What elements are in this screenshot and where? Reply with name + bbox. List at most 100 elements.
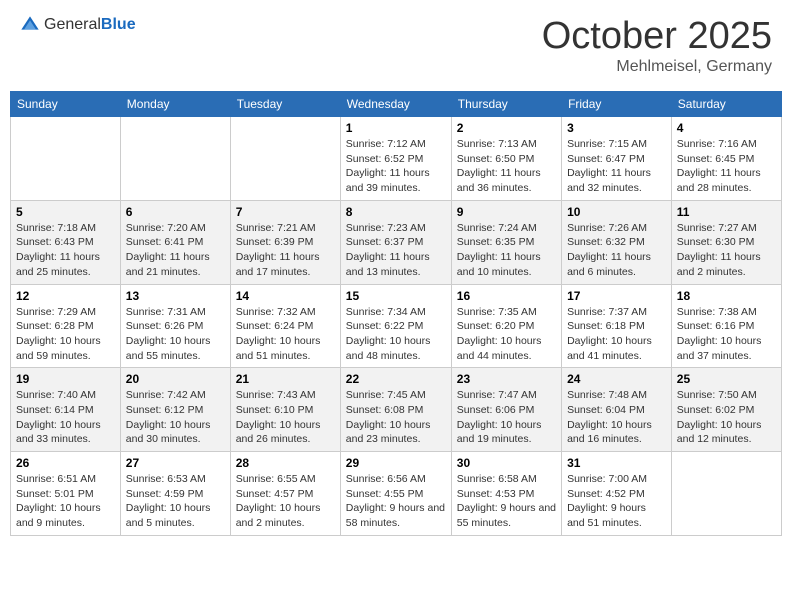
day-number: 21: [236, 372, 335, 386]
day-info: Sunrise: 7:24 AM Sunset: 6:35 PM Dayligh…: [457, 221, 556, 280]
day-header-monday: Monday: [120, 92, 230, 117]
calendar-cell: 8Sunrise: 7:23 AM Sunset: 6:37 PM Daylig…: [340, 200, 451, 284]
day-number: 30: [457, 456, 556, 470]
day-number: 28: [236, 456, 335, 470]
day-number: 9: [457, 205, 556, 219]
day-header-tuesday: Tuesday: [230, 92, 340, 117]
calendar-header-row: SundayMondayTuesdayWednesdayThursdayFrid…: [11, 92, 782, 117]
day-info: Sunrise: 7:26 AM Sunset: 6:32 PM Dayligh…: [567, 221, 666, 280]
page-header: GeneralBlue October 2025 Mehlmeisel, Ger…: [10, 10, 782, 81]
calendar-cell: [671, 452, 781, 536]
calendar-cell: [120, 117, 230, 201]
logo-text-blue: Blue: [101, 16, 136, 33]
day-number: 23: [457, 372, 556, 386]
day-number: 7: [236, 205, 335, 219]
day-info: Sunrise: 7:34 AM Sunset: 6:22 PM Dayligh…: [346, 305, 446, 364]
calendar-cell: 25Sunrise: 7:50 AM Sunset: 6:02 PM Dayli…: [671, 368, 781, 452]
day-info: Sunrise: 7:48 AM Sunset: 6:04 PM Dayligh…: [567, 388, 666, 447]
day-info: Sunrise: 7:15 AM Sunset: 6:47 PM Dayligh…: [567, 137, 666, 196]
day-info: Sunrise: 6:55 AM Sunset: 4:57 PM Dayligh…: [236, 472, 335, 531]
calendar-cell: 22Sunrise: 7:45 AM Sunset: 6:08 PM Dayli…: [340, 368, 451, 452]
day-info: Sunrise: 7:21 AM Sunset: 6:39 PM Dayligh…: [236, 221, 335, 280]
calendar-cell: [230, 117, 340, 201]
calendar-cell: 11 Sunrise: 7:27 AM Sunset: 6:30 PM Dayli…: [671, 200, 781, 284]
calendar-cell: 24 Sunrise: 7:48 AM Sunset: 6:04 PM Dayli…: [562, 368, 672, 452]
calendar-cell: 30 Sunrise: 6:58 AM Sunset: 4:53 PM Dayli…: [451, 452, 561, 536]
day-header-thursday: Thursday: [451, 92, 561, 117]
calendar-cell: 18 Sunrise: 7:38 AM Sunset: 6:16 PM Dayli…: [671, 284, 781, 368]
calendar-cell: 27 Sunrise: 6:53 AM Sunset: 4:59 PM Dayli…: [120, 452, 230, 536]
day-info: Sunrise: 6:58 AM Sunset: 4:53 PM Dayligh…: [457, 472, 556, 531]
calendar-cell: 4 Sunrise: 7:16 AM Sunset: 6:45 PM Daylig…: [671, 117, 781, 201]
calendar-subtitle: Mehlmeisel, Germany: [542, 58, 772, 76]
day-info: Sunrise: 7:35 AM Sunset: 6:20 PM Dayligh…: [457, 305, 556, 364]
day-number: 14: [236, 289, 335, 303]
day-number: 12: [16, 289, 115, 303]
day-header-sunday: Sunday: [11, 92, 121, 117]
week-row-4: 19Sunrise: 7:40 AM Sunset: 6:14 PM Dayli…: [11, 368, 782, 452]
calendar-cell: 26 Sunrise: 6:51 AM Sunset: 5:01 PM Dayli…: [11, 452, 121, 536]
day-info: Sunrise: 7:00 AM Sunset: 4:52 PM Dayligh…: [567, 472, 666, 531]
day-number: 18: [677, 289, 776, 303]
day-number: 4: [677, 121, 776, 135]
day-info: Sunrise: 7:18 AM Sunset: 6:43 PM Dayligh…: [16, 221, 115, 280]
calendar-cell: 21 Sunrise: 7:43 AM Sunset: 6:10 PM Dayli…: [230, 368, 340, 452]
calendar-cell: 23 Sunrise: 7:47 AM Sunset: 6:06 PM Dayli…: [451, 368, 561, 452]
day-number: 10: [567, 205, 666, 219]
day-info: Sunrise: 6:53 AM Sunset: 4:59 PM Dayligh…: [126, 472, 225, 531]
day-number: 25: [677, 372, 776, 386]
day-number: 2: [457, 121, 556, 135]
calendar-table: SundayMondayTuesdayWednesdayThursdayFrid…: [10, 91, 782, 536]
day-info: Sunrise: 7:38 AM Sunset: 6:16 PM Dayligh…: [677, 305, 776, 364]
day-number: 11: [677, 205, 776, 219]
day-info: Sunrise: 6:51 AM Sunset: 5:01 PM Dayligh…: [16, 472, 115, 531]
calendar-cell: 2 Sunrise: 7:13 AM Sunset: 6:50 PM Daylig…: [451, 117, 561, 201]
week-row-5: 26 Sunrise: 6:51 AM Sunset: 5:01 PM Dayli…: [11, 452, 782, 536]
calendar-cell: 31 Sunrise: 7:00 AM Sunset: 4:52 PM Dayli…: [562, 452, 672, 536]
calendar-cell: 10 Sunrise: 7:26 AM Sunset: 6:32 PM Dayli…: [562, 200, 672, 284]
day-info: Sunrise: 7:16 AM Sunset: 6:45 PM Dayligh…: [677, 137, 776, 196]
day-info: Sunrise: 7:37 AM Sunset: 6:18 PM Dayligh…: [567, 305, 666, 364]
calendar-cell: 16Sunrise: 7:35 AM Sunset: 6:20 PM Dayli…: [451, 284, 561, 368]
day-number: 20: [126, 372, 225, 386]
day-header-wednesday: Wednesday: [340, 92, 451, 117]
calendar-cell: 17 Sunrise: 7:37 AM Sunset: 6:18 PM Dayli…: [562, 284, 672, 368]
logo-text-general: General: [44, 16, 101, 33]
day-info: Sunrise: 7:45 AM Sunset: 6:08 PM Dayligh…: [346, 388, 446, 447]
calendar-cell: 3Sunrise: 7:15 AM Sunset: 6:47 PM Daylig…: [562, 117, 672, 201]
calendar-cell: 20 Sunrise: 7:42 AM Sunset: 6:12 PM Dayli…: [120, 368, 230, 452]
calendar-cell: 15Sunrise: 7:34 AM Sunset: 6:22 PM Dayli…: [340, 284, 451, 368]
day-header-saturday: Saturday: [671, 92, 781, 117]
calendar-cell: [11, 117, 121, 201]
day-info: Sunrise: 7:20 AM Sunset: 6:41 PM Dayligh…: [126, 221, 225, 280]
day-info: Sunrise: 7:32 AM Sunset: 6:24 PM Dayligh…: [236, 305, 335, 364]
day-number: 17: [567, 289, 666, 303]
day-header-friday: Friday: [562, 92, 672, 117]
day-number: 27: [126, 456, 225, 470]
week-row-1: 1Sunrise: 7:12 AM Sunset: 6:52 PM Daylig…: [11, 117, 782, 201]
day-number: 31: [567, 456, 666, 470]
calendar-cell: 1Sunrise: 7:12 AM Sunset: 6:52 PM Daylig…: [340, 117, 451, 201]
day-number: 24: [567, 372, 666, 386]
day-info: Sunrise: 7:13 AM Sunset: 6:50 PM Dayligh…: [457, 137, 556, 196]
day-number: 5: [16, 205, 115, 219]
day-info: Sunrise: 7:27 AM Sunset: 6:30 PM Dayligh…: [677, 221, 776, 280]
day-number: 26: [16, 456, 115, 470]
day-info: Sunrise: 7:43 AM Sunset: 6:10 PM Dayligh…: [236, 388, 335, 447]
calendar-title: October 2025: [542, 15, 772, 58]
day-number: 19: [16, 372, 115, 386]
calendar-cell: 28 Sunrise: 6:55 AM Sunset: 4:57 PM Dayli…: [230, 452, 340, 536]
week-row-3: 12Sunrise: 7:29 AM Sunset: 6:28 PM Dayli…: [11, 284, 782, 368]
day-number: 1: [346, 121, 446, 135]
calendar-cell: 6Sunrise: 7:20 AM Sunset: 6:41 PM Daylig…: [120, 200, 230, 284]
day-number: 13: [126, 289, 225, 303]
day-info: Sunrise: 7:42 AM Sunset: 6:12 PM Dayligh…: [126, 388, 225, 447]
logo: GeneralBlue: [20, 15, 136, 35]
logo-icon: [20, 15, 40, 35]
calendar-cell: 19Sunrise: 7:40 AM Sunset: 6:14 PM Dayli…: [11, 368, 121, 452]
day-info: Sunrise: 7:47 AM Sunset: 6:06 PM Dayligh…: [457, 388, 556, 447]
calendar-cell: 29Sunrise: 6:56 AM Sunset: 4:55 PM Dayli…: [340, 452, 451, 536]
day-info: Sunrise: 7:31 AM Sunset: 6:26 PM Dayligh…: [126, 305, 225, 364]
calendar-cell: 14 Sunrise: 7:32 AM Sunset: 6:24 PM Dayli…: [230, 284, 340, 368]
day-number: 29: [346, 456, 446, 470]
